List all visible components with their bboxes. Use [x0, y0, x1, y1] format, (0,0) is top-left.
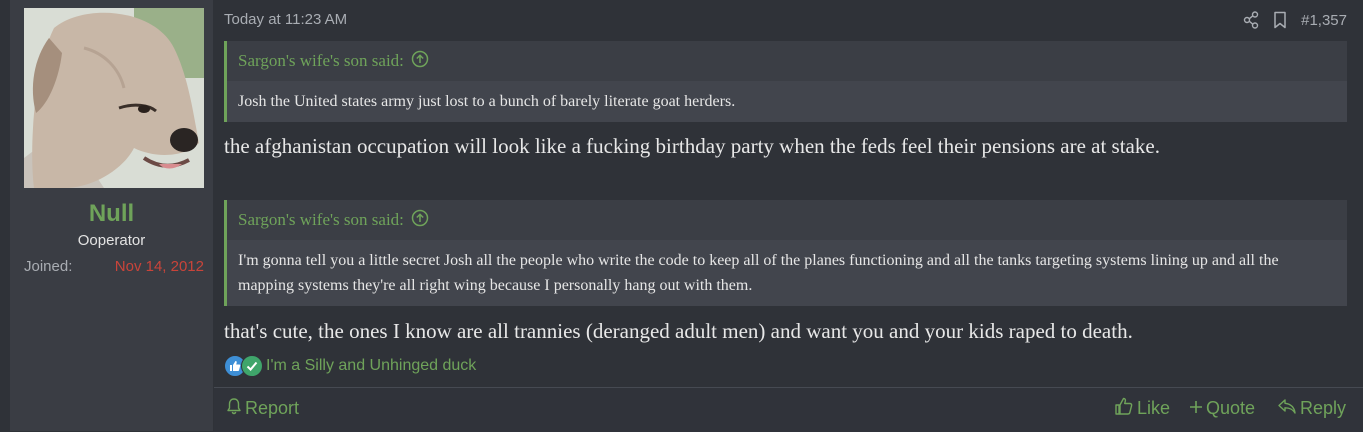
reply-label: Reply — [1300, 397, 1347, 418]
quote-author[interactable]: Sargon's wife's son said: — [238, 51, 404, 71]
username[interactable]: Null — [10, 200, 213, 228]
reply-text-1: the afghanistan occupation will look lik… — [224, 134, 1160, 158]
arrow-up-circle-icon[interactable] — [411, 50, 429, 73]
dog-avatar-image — [24, 8, 204, 188]
quote-text: I'm gonna tell you a little secret Josh … — [227, 240, 1347, 306]
quote-label: Quote — [1206, 397, 1256, 418]
quote-text: Josh the United states army just lost to… — [227, 81, 1347, 122]
report-label: Report — [245, 397, 300, 418]
bell-icon — [226, 397, 242, 420]
like-button[interactable]: Like — [1114, 396, 1170, 420]
reactions-bar[interactable]: I'm a Silly and Unhinged duck — [224, 354, 476, 378]
reaction-summary[interactable]: I'm a Silly and Unhinged duck — [266, 357, 476, 375]
post-content: Today at 11:23 AM #1,357 Sargon's wife's… — [214, 0, 1363, 432]
quote-block-1: Sargon's wife's son said: Josh the Unite… — [224, 41, 1347, 122]
reply-text-2: that's cute, the ones I know are all tra… — [224, 319, 1133, 343]
joined-date: Nov 14, 2012 — [114, 258, 204, 275]
report-button[interactable]: Report — [226, 396, 299, 420]
check-reaction-icon — [241, 355, 263, 377]
post-top-actions: #1,357 — [1243, 9, 1347, 31]
quote-block-2: Sargon's wife's son said: I'm gonna tell… — [224, 200, 1347, 306]
reply-icon — [1277, 397, 1297, 420]
post-number[interactable]: #1,357 — [1301, 12, 1347, 29]
like-label: Like — [1137, 397, 1171, 418]
thumbs-up-icon — [1114, 396, 1134, 421]
user-sidebar: Null Ooperator Joined: Nov 14, 2012 — [10, 0, 213, 431]
reply-button[interactable]: Reply — [1277, 396, 1346, 420]
forum-post: Null Ooperator Joined: Nov 14, 2012 Toda… — [0, 0, 1363, 432]
quote-button[interactable]: Quote — [1189, 396, 1255, 420]
reaction-icons — [224, 355, 264, 377]
share-icon[interactable] — [1243, 11, 1259, 29]
post-footer: Report Like Quote Reply — [214, 387, 1363, 432]
bookmark-icon[interactable] — [1273, 11, 1287, 29]
plus-icon — [1189, 398, 1203, 419]
arrow-up-circle-icon[interactable] — [411, 209, 429, 232]
avatar[interactable] — [24, 8, 204, 188]
quote-header[interactable]: Sargon's wife's son said: — [227, 200, 1347, 240]
quote-author[interactable]: Sargon's wife's son said: — [238, 210, 404, 230]
post-date[interactable]: Today at 11:23 AM — [224, 11, 347, 28]
user-title: Ooperator — [77, 232, 146, 249]
joined-label: Joined: — [24, 258, 73, 275]
quote-header[interactable]: Sargon's wife's son said: — [227, 41, 1347, 81]
